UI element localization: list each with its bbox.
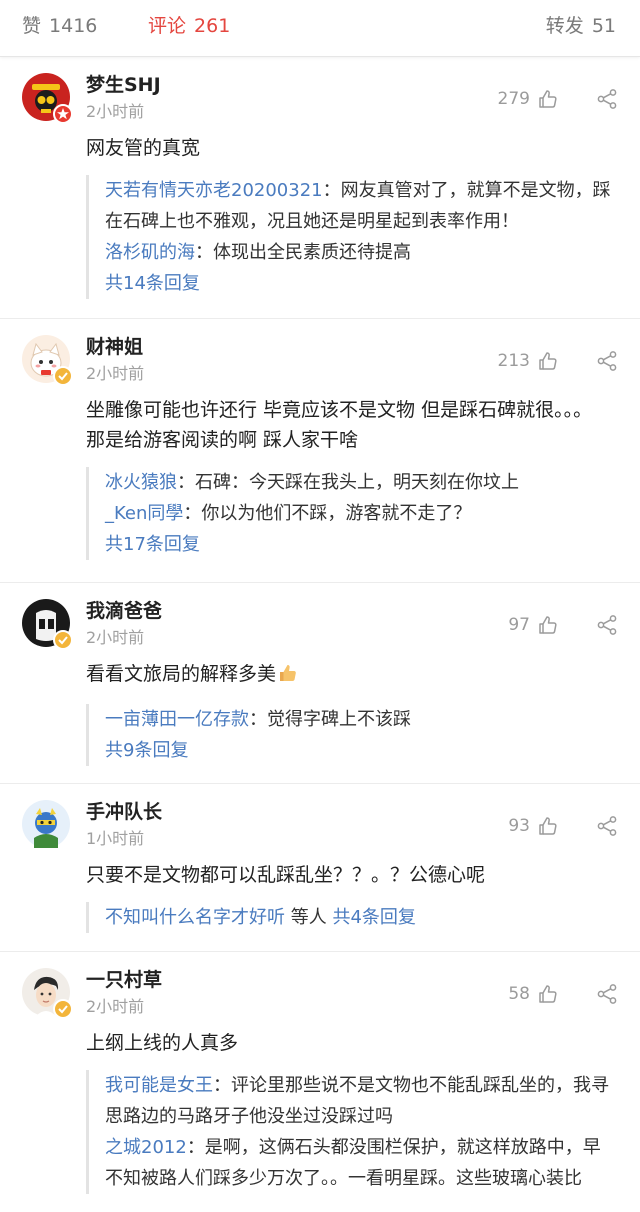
like-button[interactable]: 93: [508, 815, 558, 837]
like-count: 93: [508, 816, 530, 836]
comment-item: 手冲队长 1小时前 93 只要不是文物都可以乱踩乱坐？？。？公德心呢 不知叫什么…: [0, 784, 640, 952]
thumbs-up-icon: [538, 984, 558, 1004]
username[interactable]: 一只村草: [86, 967, 162, 993]
reposts-count: 51: [591, 15, 616, 37]
reply-text: ：体现出全民素质还待提高: [195, 242, 411, 263]
reply-item: 冰火猿狼：石碑：今天踩在我头上，明天刻在你坟上: [105, 467, 618, 498]
avatar[interactable]: [22, 968, 73, 1019]
comment-time: 2小时前: [86, 102, 145, 121]
comments-tab[interactable]: 评论 261: [148, 12, 230, 40]
likes-tab[interactable]: 赞 1416: [22, 12, 97, 40]
like-count: 97: [508, 615, 530, 635]
verified-badge-icon: [53, 999, 73, 1019]
reposts-label: 转发: [545, 15, 584, 37]
avatar[interactable]: [22, 800, 70, 848]
more-replies-link[interactable]: 共9条回复: [105, 735, 618, 766]
username[interactable]: 财神姐: [86, 334, 143, 360]
share-icon[interactable]: [596, 88, 618, 110]
reposts-tab[interactable]: 转发 51: [546, 12, 616, 40]
reply-item: _Ken同學：你以为他们不踩，游客就不走了？: [105, 498, 618, 529]
reply-box: 一亩薄田一亿存款：觉得字碑上不该踩 共9条回复: [86, 704, 618, 766]
like-button[interactable]: 58: [508, 983, 558, 1005]
reply-text: ：觉得字碑上不该踩: [249, 709, 411, 730]
likes-count: 1416: [49, 15, 98, 37]
like-button[interactable]: 279: [498, 88, 558, 110]
share-icon[interactable]: [596, 815, 618, 837]
reply-username[interactable]: _Ken同學: [105, 503, 183, 524]
reply-item: 之城2012：是啊，这俩石头都没围栏保护，就这样放路中，早不知被路人们踩多少万次…: [105, 1132, 618, 1194]
reply-item: 天若有情天亦老20200321：网友真管对了，就算不是文物，踩在石碑上也不雅观，…: [105, 175, 618, 237]
reply-box: 不知叫什么名字才好听 等人 共4条回复: [86, 902, 618, 933]
reply-username[interactable]: 洛杉矶的海: [105, 242, 195, 263]
username[interactable]: 梦生SHJ: [86, 72, 161, 98]
more-replies-link[interactable]: 共14条回复: [105, 268, 618, 299]
share-icon[interactable]: [596, 983, 618, 1005]
verified-badge-icon: [53, 104, 73, 124]
reply-username[interactable]: 不知叫什么名字才好听: [105, 907, 285, 928]
reply-item: 洛杉矶的海：体现出全民素质还待提高: [105, 237, 618, 268]
comments-count: 261: [194, 15, 231, 37]
thumbs-up-icon: [538, 351, 558, 371]
reply-box: 天若有情天亦老20200321：网友真管对了，就算不是文物，踩在石碑上也不雅观，…: [86, 175, 618, 299]
comment-item: 梦生SHJ 2小时前 279 网友管的真宽 天若有情天亦老20200321：网友…: [0, 57, 640, 319]
thumbs-up-icon: [538, 816, 558, 836]
like-count: 58: [508, 984, 530, 1004]
reply-text: ：你以为他们不踩，游客就不走了？: [183, 503, 472, 524]
thumbs-up-icon: [538, 615, 558, 635]
reply-text: ：石碑：今天踩在我头上，明天刻在你坟上: [177, 472, 519, 493]
reply-item: 一亩薄田一亿存款：觉得字碑上不该踩: [105, 704, 618, 735]
username[interactable]: 我滴爸爸: [86, 598, 162, 624]
like-count: 279: [497, 89, 530, 109]
comment-item: 我滴爸爸 2小时前 97 看看文旅局的解释多美 一亩薄田一亿存款：觉得字碑上不该…: [0, 583, 640, 784]
likes-label: 赞: [22, 15, 42, 37]
comment-time: 2小时前: [86, 364, 145, 383]
reply-summary[interactable]: 不知叫什么名字才好听 等人 共4条回复: [105, 902, 618, 933]
reply-summary-mid: 等人: [285, 907, 333, 928]
username[interactable]: 手冲队长: [86, 799, 162, 825]
reply-item: 我可能是女王：评论里那些说不是文物也不能乱踩乱坐的，我寻思路边的马路牙子他没坐过…: [105, 1070, 618, 1132]
more-replies-link[interactable]: 共4条回复: [332, 907, 415, 928]
avatar[interactable]: [22, 73, 73, 124]
share-icon[interactable]: [596, 350, 618, 372]
comment-text: 看看文旅局的解释多美: [86, 663, 277, 685]
verified-badge-icon: [53, 630, 73, 650]
reply-username[interactable]: 之城2012: [105, 1137, 187, 1158]
reply-box: 我可能是女王：评论里那些说不是文物也不能乱踩乱坐的，我寻思路边的马路牙子他没坐过…: [86, 1070, 618, 1194]
comments-label: 评论: [148, 15, 187, 37]
comment-time: 2小时前: [86, 997, 145, 1016]
reply-username[interactable]: 天若有情天亦老20200321: [105, 180, 323, 201]
comment-item: 一只村草 2小时前 58 上纲上线的人真多 我可能是女王：评论里那些说不是文物也…: [0, 952, 640, 1212]
thumbs-up-emoji: [278, 662, 298, 692]
reply-box: 冰火猿狼：石碑：今天踩在我头上，明天刻在你坟上 _Ken同學：你以为他们不踩，游…: [86, 467, 618, 560]
more-replies-link[interactable]: 共17条回复: [105, 529, 618, 560]
share-icon[interactable]: [596, 614, 618, 636]
comment-time: 2小时前: [86, 628, 145, 647]
like-count: 213: [497, 351, 530, 371]
comment-list: 梦生SHJ 2小时前 279 网友管的真宽 天若有情天亦老20200321：网友…: [0, 57, 640, 1212]
comment-stats-bar: 赞 1416 评论 261 转发 51: [0, 0, 640, 57]
reply-username[interactable]: 我可能是女王: [105, 1075, 213, 1096]
like-button[interactable]: 97: [508, 614, 558, 636]
thumbs-up-icon: [538, 89, 558, 109]
reply-username[interactable]: 一亩薄田一亿存款: [105, 709, 249, 730]
verified-badge-icon: [53, 366, 73, 386]
avatar[interactable]: [22, 599, 73, 650]
comment-time: 1小时前: [86, 829, 145, 848]
like-button[interactable]: 213: [498, 350, 558, 372]
reply-username[interactable]: 冰火猿狼: [105, 472, 177, 493]
comment-item: 财神姐 2小时前 213 坐雕像可能也许还行 毕竟应该不是文物 但是踩石碑就很。…: [0, 319, 640, 583]
avatar[interactable]: [22, 335, 73, 386]
